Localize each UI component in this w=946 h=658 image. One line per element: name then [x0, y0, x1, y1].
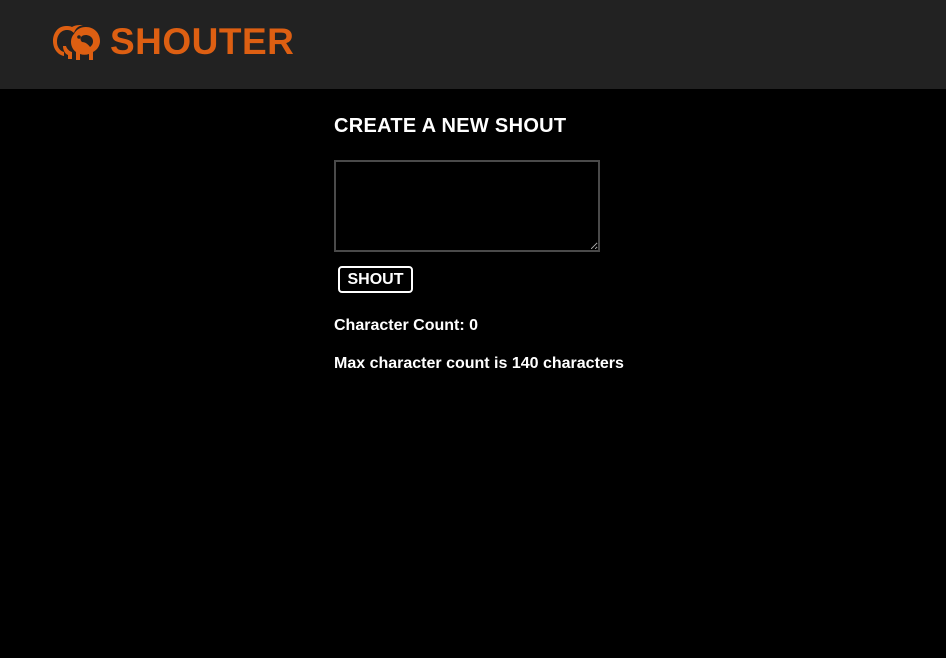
shout-button[interactable]: SHOUT — [338, 266, 413, 293]
top-header: SHOUTER — [0, 0, 946, 89]
brand-name: SHOUTER — [110, 21, 295, 62]
shout-textarea[interactable] — [334, 160, 600, 252]
elephant-icon — [53, 25, 100, 60]
brand-link[interactable]: SHOUTER — [52, 20, 294, 64]
character-count-value: 0 — [469, 317, 479, 334]
page-title: CREATE A NEW SHOUT — [334, 115, 567, 137]
character-count-label: Character Count: — [334, 317, 465, 334]
character-count: Character Count: 0 — [334, 316, 478, 336]
max-character-notice: Max character count is 140 characters — [334, 355, 624, 372]
